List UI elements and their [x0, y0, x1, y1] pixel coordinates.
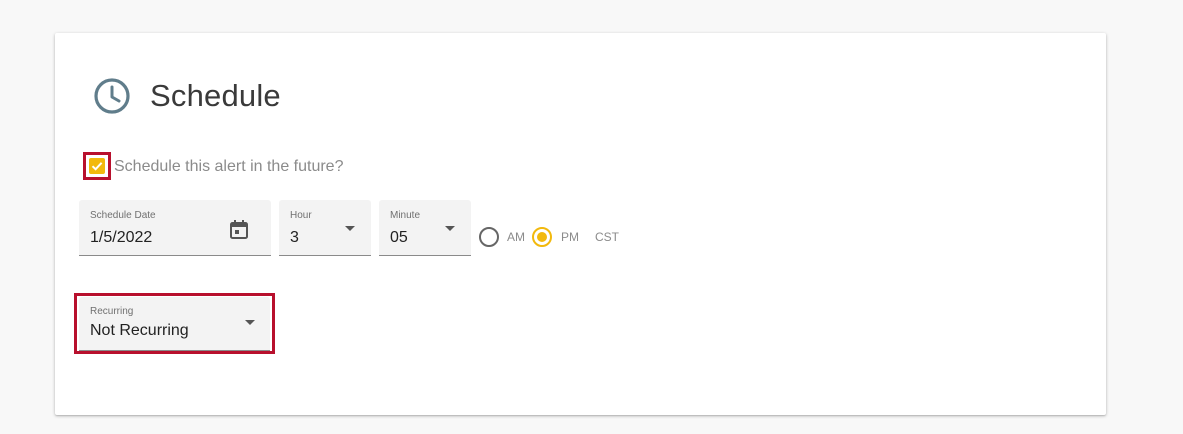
schedule-date-label: Schedule Date [90, 210, 156, 221]
recurring-label: Recurring [90, 306, 134, 317]
hour-select[interactable]: Hour 3 [279, 200, 371, 256]
pm-radio[interactable] [532, 227, 552, 247]
schedule-date-field[interactable]: Schedule Date 1/5/2022 [79, 200, 271, 256]
pm-radio-dot [537, 232, 547, 242]
minute-select[interactable]: Minute 05 [379, 200, 471, 256]
section-title: Schedule [150, 78, 281, 113]
schedule-checkbox[interactable] [89, 158, 105, 174]
clock-icon [94, 78, 130, 114]
minute-value[interactable]: 05 [390, 228, 408, 248]
chevron-down-icon[interactable] [245, 320, 255, 325]
am-radio-label[interactable]: AM [507, 230, 525, 244]
checkmark-icon [91, 162, 103, 171]
schedule-card: Schedule Schedule this alert in the futu… [55, 33, 1106, 415]
chevron-down-icon[interactable] [345, 226, 355, 231]
pm-radio-label[interactable]: PM [561, 230, 579, 244]
minute-label: Minute [390, 210, 421, 221]
schedule-checkbox-label[interactable]: Schedule this alert in the future? [114, 157, 343, 177]
chevron-down-icon[interactable] [445, 226, 455, 231]
hour-label: Hour [290, 210, 312, 221]
calendar-icon[interactable] [229, 219, 249, 240]
timezone-label: CST [595, 230, 619, 244]
recurring-value[interactable]: Not Recurring [90, 321, 189, 341]
hour-value[interactable]: 3 [290, 228, 299, 248]
schedule-date-value[interactable]: 1/5/2022 [90, 228, 152, 248]
recurring-select[interactable]: Recurring Not Recurring [79, 297, 270, 351]
am-radio[interactable] [479, 227, 499, 247]
